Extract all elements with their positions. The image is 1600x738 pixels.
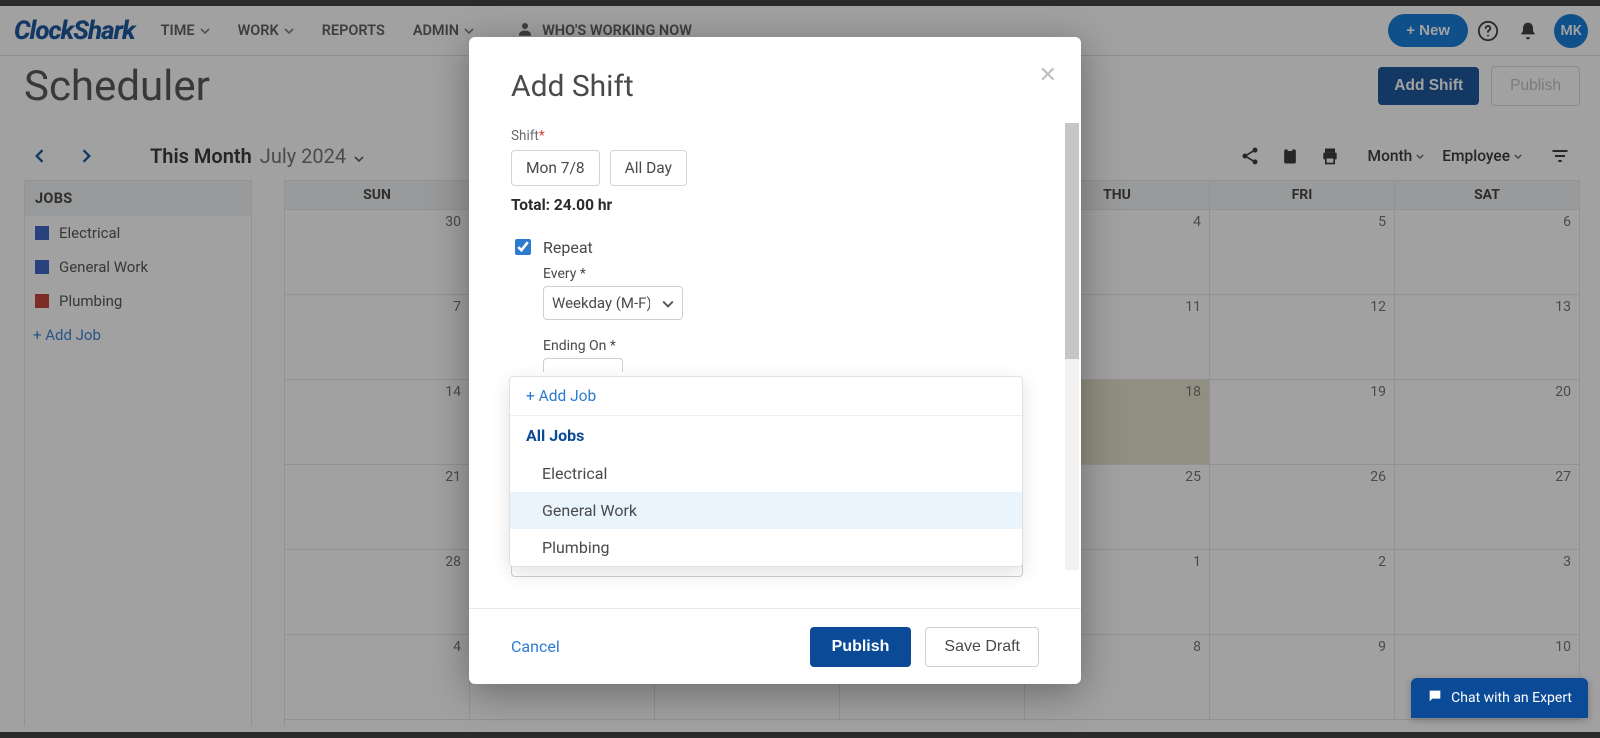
dropdown-add-job[interactable]: + Add Job (510, 377, 1022, 416)
chat-label: Chat with an Expert (1451, 690, 1572, 706)
chevron-down-icon (662, 294, 674, 312)
save-draft-button[interactable]: Save Draft (925, 627, 1039, 667)
repeat-checkbox[interactable] (515, 239, 531, 255)
cancel-button[interactable]: Cancel (511, 637, 560, 656)
shift-date-picker[interactable]: Mon 7/8 (511, 150, 600, 186)
add-shift-modal: ✕ Add Shift Shift* Mon 7/8 All Day Total… (469, 37, 1081, 684)
publish-button[interactable]: Publish (810, 627, 912, 667)
modal-title: Add Shift (511, 69, 1039, 104)
repeat-label: Repeat (543, 238, 593, 257)
window-bottom-strip (0, 732, 1600, 738)
shift-total: Total: 24.00 hr (511, 196, 1039, 214)
every-value: Weekday (M-F) (552, 294, 650, 312)
shift-allday-toggle[interactable]: All Day (610, 150, 687, 186)
dropdown-all-jobs[interactable]: All Jobs (510, 416, 1022, 455)
every-label: Every * (543, 266, 1039, 282)
ending-label: Ending On * (543, 338, 1039, 354)
shift-label: Shift* (511, 128, 1039, 144)
close-icon[interactable]: ✕ (1039, 63, 1057, 88)
dropdown-job-item[interactable]: Electrical (510, 455, 1022, 492)
modal-footer: Cancel Publish Save Draft (469, 608, 1081, 684)
every-select[interactable]: Weekday (M-F) (543, 286, 683, 320)
ending-date-input[interactable] (543, 358, 623, 372)
modal-scrollbar-thumb[interactable] (1065, 123, 1079, 359)
job-dropdown-popover: + Add Job All Jobs ElectricalGeneral Wor… (509, 376, 1023, 567)
chat-icon (1427, 688, 1451, 708)
dropdown-job-item[interactable]: Plumbing (510, 529, 1022, 566)
chat-widget[interactable]: Chat with an Expert (1411, 678, 1588, 718)
dropdown-job-item[interactable]: General Work (510, 492, 1022, 529)
